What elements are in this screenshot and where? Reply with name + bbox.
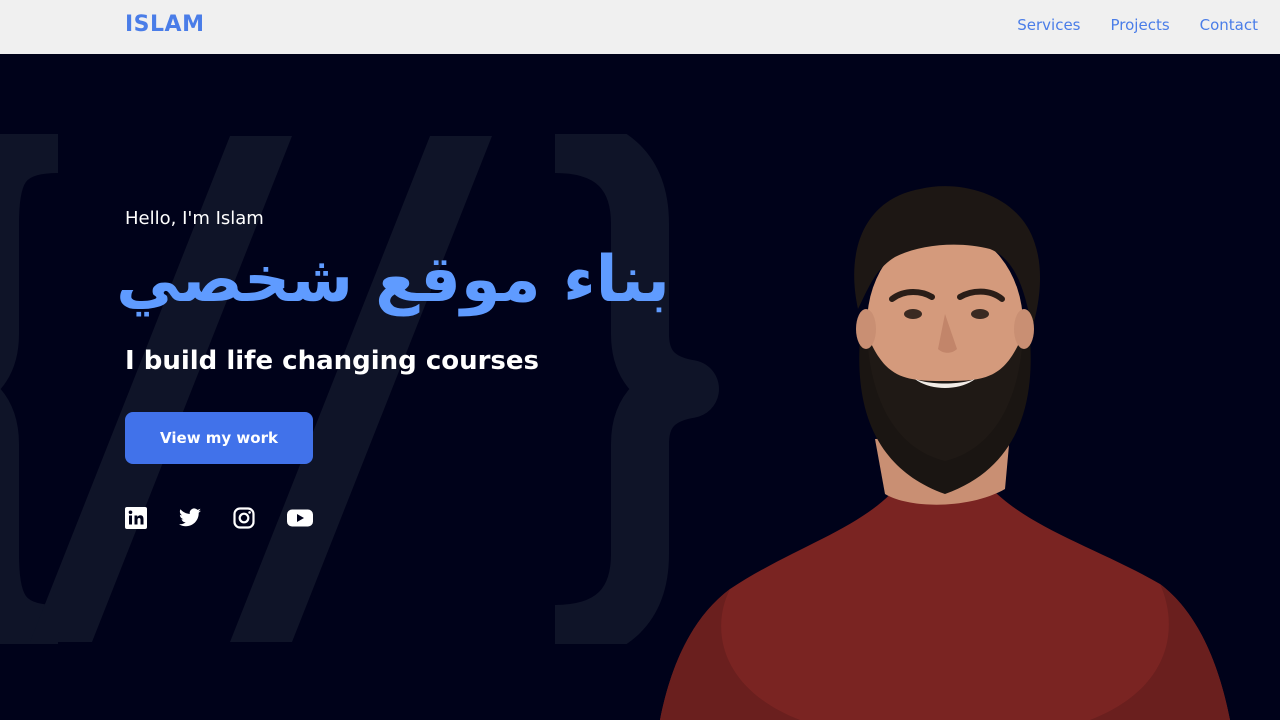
profile-photo <box>660 186 1230 720</box>
page: ISLAM Services Projects Contact Hello, I… <box>0 0 1280 720</box>
code-symbol-background <box>0 134 719 644</box>
tagline: I build life changing courses <box>125 346 540 376</box>
nav-link-services[interactable]: Services <box>1017 16 1080 34</box>
nav-link-projects[interactable]: Projects <box>1111 16 1170 34</box>
hero-section: Hello, I'm Islam بناء موقع شخصي I build … <box>0 54 1280 720</box>
view-my-work-button[interactable]: View my work <box>125 412 313 464</box>
navbar: ISLAM Services Projects Contact <box>0 0 1280 54</box>
linkedin-icon[interactable] <box>124 506 148 530</box>
greeting-text: Hello, I'm Islam <box>125 208 264 229</box>
social-links <box>124 506 314 530</box>
nav-links: Services Projects Contact <box>1017 16 1258 34</box>
youtube-icon[interactable] <box>286 506 314 530</box>
twitter-icon[interactable] <box>178 506 202 530</box>
arabic-title: بناء موقع شخصي <box>116 243 670 317</box>
instagram-icon[interactable] <box>232 506 256 530</box>
nav-link-contact[interactable]: Contact <box>1200 16 1258 34</box>
logo[interactable]: ISLAM <box>125 12 204 37</box>
